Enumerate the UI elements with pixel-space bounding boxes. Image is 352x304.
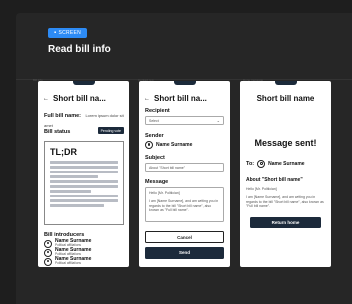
introducer-list: Name Surname Political affiliations Name … (44, 239, 91, 266)
screen-title-text: Short bill na... (154, 94, 207, 103)
back-arrow-icon[interactable]: ← (43, 96, 49, 102)
message-label: Message (145, 179, 169, 185)
recipient-select[interactable]: Select ⌄ (145, 116, 224, 125)
text-placeholder (50, 194, 118, 198)
sender-name: Name Surname (156, 142, 193, 148)
contact-rep-screen: ← Short bill na... Recipient Select ⌄ Sen… (139, 81, 230, 267)
introducer-item[interactable]: Name Surname Political affiliations (44, 257, 91, 266)
phone-notch (173, 81, 196, 85)
sender-label: Sender (145, 133, 164, 139)
bill-info-screen: ← Short bill na... Full bill name: Lorem … (38, 81, 129, 267)
message-sent-heading: Message sent! (254, 138, 317, 148)
avatar-icon (257, 160, 266, 168)
text-placeholder (50, 170, 118, 174)
subject-label: Subject (145, 155, 165, 161)
screen-badge: ▪ SCREEN (48, 28, 88, 38)
text-placeholder (50, 204, 105, 207)
screen-title: ← Short bill na... (38, 94, 129, 103)
text-placeholder (50, 199, 118, 203)
avatar-icon (145, 141, 153, 149)
message-textarea[interactable]: Hello [Mr. Politician] I am [Name Surnam… (145, 187, 224, 222)
tldr-card: TL;DR (44, 141, 124, 225)
text-placeholder (50, 184, 118, 188)
sent-body: I am [Name Surname], and am writing you … (246, 194, 324, 209)
text-placeholder (50, 175, 98, 179)
back-arrow-icon[interactable]: ← (144, 96, 150, 102)
full-bill-name: Full bill name: Lorem ipsum dolor sit am… (44, 110, 124, 128)
recipient-label: Recipient (145, 108, 170, 114)
chevron-down-icon: ⌄ (216, 118, 220, 123)
full-bill-label: Full bill name: (44, 113, 81, 119)
screen-title-text: Short bill na... (53, 94, 106, 103)
phone-notch (274, 81, 297, 85)
sender-field: Name Surname (145, 141, 192, 149)
screen-badge-label: SCREEN (58, 30, 82, 36)
avatar-icon (44, 248, 52, 257)
recipient-name: Name Surname (268, 161, 305, 167)
avatar-icon (44, 257, 52, 266)
subject-input[interactable]: About "Short bill name" (145, 163, 224, 172)
text-placeholder (50, 165, 118, 169)
to-label: To: (246, 161, 255, 167)
screen-title: ← Short bill na... (139, 94, 230, 103)
text-placeholder (50, 161, 118, 164)
recipient-row: To: Name Surname (246, 160, 305, 168)
return-home-button[interactable]: Return home (250, 217, 321, 228)
done-message-screen: Short bill name Message sent! To: Name S… (240, 81, 331, 267)
cancel-button[interactable]: Cancel (145, 231, 224, 243)
message-greeting: Hello [Mr. Politician] (149, 191, 180, 195)
send-button[interactable]: Send (145, 247, 224, 259)
screen-title: Short bill name (256, 94, 315, 103)
phone-notch (72, 81, 95, 85)
sent-message: Hello [Mr. Politician] I am [Name Surnam… (246, 187, 325, 209)
tldr-heading: TL;DR (50, 147, 77, 157)
introducer-affiliation: Political affiliations (55, 260, 81, 265)
text-placeholder (50, 180, 118, 183)
message-subject: About "Short bill name" (246, 177, 303, 183)
page-title: Read bill info (48, 44, 111, 55)
screen-badge-icon: ▪ (54, 30, 57, 36)
sent-greeting: Hello [Mr. Politician] (246, 187, 277, 191)
recipient-placeholder: Select (149, 119, 159, 123)
message-body: I am [Name Surname], and am writing you … (149, 198, 219, 213)
bill-status-label: Bill status (44, 129, 71, 135)
status-badge: Pending vote (97, 127, 124, 134)
subject-value: About "Short bill name" (149, 166, 185, 170)
text-placeholder (50, 189, 91, 193)
avatar-icon (44, 239, 52, 248)
